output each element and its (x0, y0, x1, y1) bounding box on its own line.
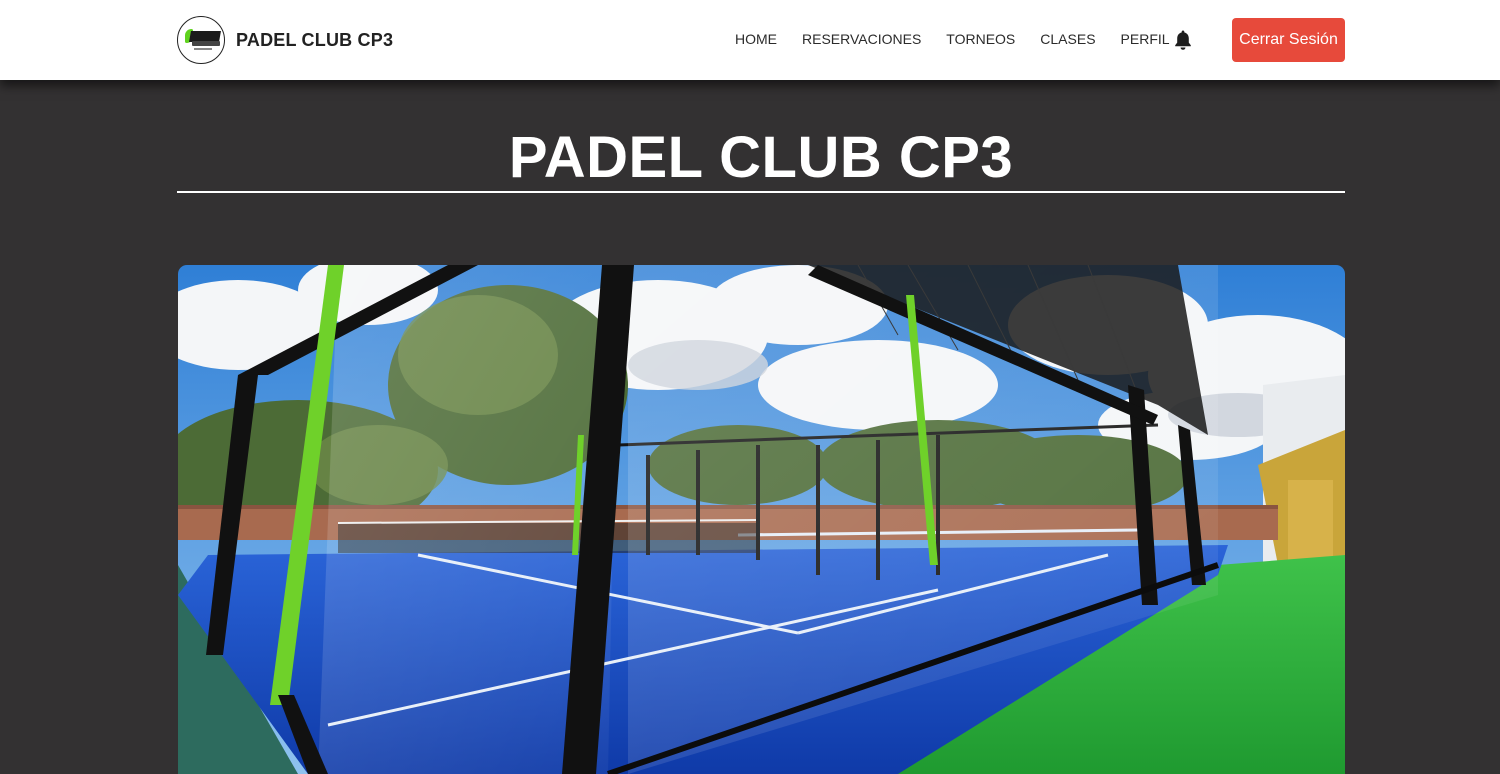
club-logo-icon (177, 16, 225, 64)
brand[interactable]: PADEL CLUB CP3 (177, 15, 393, 65)
nav-link-home[interactable]: HOME (735, 31, 777, 47)
top-navbar: PADEL CLUB CP3 HOME RESERVACIONES TORNEO… (0, 0, 1500, 80)
main-nav: HOME RESERVACIONES TORNEOS CLASES PERFIL (735, 31, 1195, 47)
nav-link-clases[interactable]: CLASES (1040, 31, 1095, 47)
brand-name: PADEL CLUB CP3 (236, 29, 394, 50)
logout-button[interactable]: Cerrar Sesión (1232, 18, 1345, 62)
nav-link-perfil[interactable]: PERFIL (1121, 31, 1170, 47)
nav-link-reservaciones[interactable]: RESERVACIONES (802, 31, 921, 47)
nav-link-torneos[interactable]: TORNEOS (946, 31, 1015, 47)
bell-icon[interactable] (1173, 29, 1193, 51)
page-title: PADEL CLUB CP3 (508, 125, 1014, 190)
padel-court-photo (178, 265, 1345, 774)
title-divider (177, 191, 1345, 193)
